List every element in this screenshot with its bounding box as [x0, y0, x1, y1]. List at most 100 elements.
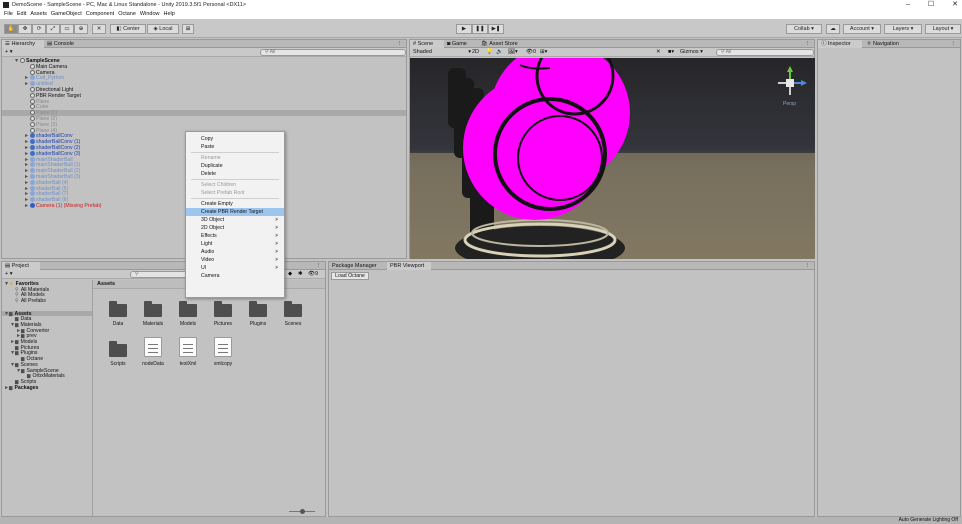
asset-item[interactable]: nodeData — [136, 335, 170, 373]
account-dropdown[interactable]: Account ▾ — [843, 24, 881, 34]
menu-component[interactable]: Component — [86, 10, 114, 19]
tab-scene[interactable]: # Scene — [410, 40, 444, 48]
minimize-button[interactable]: – — [906, 0, 910, 10]
zoom-slider-handle[interactable] — [300, 509, 305, 514]
project-tree-item[interactable]: ►▆ prev — [2, 333, 92, 339]
menu-window[interactable]: Window — [140, 10, 160, 19]
hand-tool-icon[interactable]: ✋ — [4, 24, 18, 34]
project-tree-item[interactable]: ►▆ Models — [2, 339, 92, 345]
hidden-packages-icon[interactable]: 👁9 — [308, 270, 318, 279]
context-menu-item[interactable]: Audio > — [186, 248, 284, 256]
collab-dropdown[interactable]: Collab ▾ — [786, 24, 822, 34]
context-menu-item[interactable]: 2D Object > — [186, 224, 284, 232]
scale-tool-icon[interactable]: ⤢ — [46, 24, 60, 34]
gizmos-dropdown[interactable]: Gizmos ▾ — [680, 48, 703, 57]
project-tree-item[interactable]: ▆ Octane — [2, 356, 92, 362]
project-tree-item[interactable]: ►▆ Packages — [2, 385, 92, 391]
play-button[interactable]: ▶ — [456, 24, 472, 34]
asset-item[interactable]: Scripts — [101, 335, 135, 373]
tab-hierarchy[interactable]: ☰ Hierarchy — [2, 40, 44, 48]
context-menu-item[interactable]: UI > — [186, 264, 284, 272]
context-menu-item[interactable]: Camera — [186, 272, 284, 280]
context-menu-item[interactable]: Video > — [186, 256, 284, 264]
audio-toggle-icon[interactable]: 🔈 — [496, 48, 503, 57]
panel-menu-icon[interactable]: ⋮ — [316, 262, 322, 270]
create-dropdown[interactable]: + ▾ — [5, 270, 13, 279]
cloud-icon[interactable]: ☁ — [826, 24, 840, 34]
pivot-center-toggle[interactable]: ◧ Center — [110, 24, 146, 34]
asset-item[interactable]: Scenes — [276, 295, 310, 333]
tab-game[interactable]: ◙ Game — [444, 40, 476, 48]
context-menu-item[interactable]: Create Empty — [186, 200, 284, 208]
hierarchy-row[interactable]: Cube — [2, 104, 406, 110]
menu-assets[interactable]: Assets — [30, 10, 47, 19]
tab-pbr-viewport[interactable]: PBR Viewport — [387, 262, 431, 270]
scene-search-input[interactable]: ⚲ All — [716, 49, 814, 56]
context-menu-item[interactable]: Delete — [186, 170, 284, 178]
project-tree-item[interactable]: ▆ OrbxMaterials — [2, 373, 92, 379]
hierarchy-row[interactable]: Plane (2) — [2, 116, 406, 122]
hierarchy-row[interactable]: ► untitled — [2, 81, 406, 87]
panel-menu-icon[interactable]: ⋮ — [951, 40, 957, 48]
hierarchy-row[interactable]: Plane (3) — [2, 121, 406, 127]
hierarchy-row[interactable]: Main Camera — [2, 63, 406, 69]
asset-item[interactable]: testXml — [171, 335, 205, 373]
pause-button[interactable]: ❚❚ — [472, 24, 488, 34]
tab-package-manager[interactable]: Package Manager — [329, 262, 387, 270]
project-tree-item[interactable]: ▼▆ SampleScene — [2, 368, 92, 374]
menu-edit[interactable]: Edit — [17, 10, 26, 19]
hierarchy-row[interactable]: Camera — [2, 69, 406, 75]
menu-file[interactable]: File — [4, 10, 13, 19]
lighting-toggle-icon[interactable]: 💡 — [486, 48, 493, 57]
context-menu-item[interactable]: 3D Object > — [186, 216, 284, 224]
tab-inspector[interactable]: ⓘ Inspector — [818, 40, 862, 48]
project-tree-item[interactable]: ⚲ All Prefabs — [2, 298, 92, 305]
create-dropdown[interactable]: + ▾ — [5, 48, 13, 57]
tab-asset-store[interactable]: 🛍 Asset Store — [478, 40, 530, 48]
project-tree-item[interactable]: ▼▆ Materials — [2, 322, 92, 328]
context-menu-item[interactable]: Paste — [186, 143, 284, 151]
filter-label-icon[interactable]: ✱ — [298, 270, 303, 279]
panel-menu-icon[interactable]: ⋮ — [805, 40, 811, 48]
hierarchy-row[interactable]: Directional Light — [2, 87, 406, 93]
menu-octane[interactable]: Octane — [118, 10, 136, 19]
rect-tool-icon[interactable]: ▭ — [60, 24, 74, 34]
context-menu-item[interactable]: Create PBR Render Target — [186, 208, 284, 216]
move-tool-icon[interactable]: ✥ — [18, 24, 32, 34]
grid-toggle-icon[interactable]: ⊞▾ — [540, 48, 547, 57]
menu-gameobject[interactable]: GameObject — [51, 10, 82, 19]
asset-item[interactable]: Materials — [136, 295, 170, 333]
panel-menu-icon[interactable]: ⋮ — [397, 40, 403, 48]
step-button[interactable]: ▶❚ — [488, 24, 504, 34]
2d-toggle[interactable]: 2D — [472, 48, 479, 57]
hierarchy-search-input[interactable]: ⚲ All — [260, 49, 406, 56]
tools-icon[interactable]: ✕ — [656, 48, 661, 57]
custom-tool-icon[interactable]: ✕ — [92, 24, 106, 34]
close-button[interactable]: ✕ — [952, 0, 958, 10]
tab-project[interactable]: ▤ Project — [2, 262, 40, 270]
transform-tool-icon[interactable]: ⊕ — [74, 24, 88, 34]
asset-item[interactable]: Data — [101, 295, 135, 333]
filter-type-icon[interactable]: ◆ — [288, 270, 292, 279]
maximize-button[interactable]: ☐ — [928, 0, 934, 10]
hierarchy-row[interactable]: Plane (1) — [2, 110, 406, 116]
project-tree-item[interactable]: ►▆ Convertor — [2, 328, 92, 334]
layers-dropdown[interactable]: Layers ▾ — [884, 24, 922, 34]
asset-item[interactable]: Models — [171, 295, 205, 333]
pivot-local-toggle[interactable]: ◈ Local — [147, 24, 179, 34]
scene-viewport[interactable]: Persp — [410, 58, 815, 259]
tab-navigation[interactable]: ⛗ Navigation — [864, 40, 916, 48]
context-menu-item[interactable]: Copy — [186, 135, 284, 143]
asset-item[interactable]: Pictures — [206, 295, 240, 333]
asset-item[interactable]: xmlcopy — [206, 335, 240, 373]
hierarchy-row[interactable]: ► Colt_Python — [2, 75, 406, 81]
context-menu-item[interactable]: Effects > — [186, 232, 284, 240]
project-tree-item[interactable]: ▼▆ Plugins — [2, 350, 92, 356]
load-octane-button[interactable]: Load Octane — [331, 272, 369, 280]
context-menu-item[interactable]: Light > — [186, 240, 284, 248]
grid-snap-icon[interactable]: ⊞ — [182, 24, 194, 34]
menu-help[interactable]: Help — [163, 10, 174, 19]
hidden-objects-icon[interactable]: 👁0 — [526, 48, 536, 57]
project-tree-item[interactable]: ▆ Data — [2, 316, 92, 322]
panel-menu-icon[interactable]: ⋮ — [805, 262, 811, 270]
